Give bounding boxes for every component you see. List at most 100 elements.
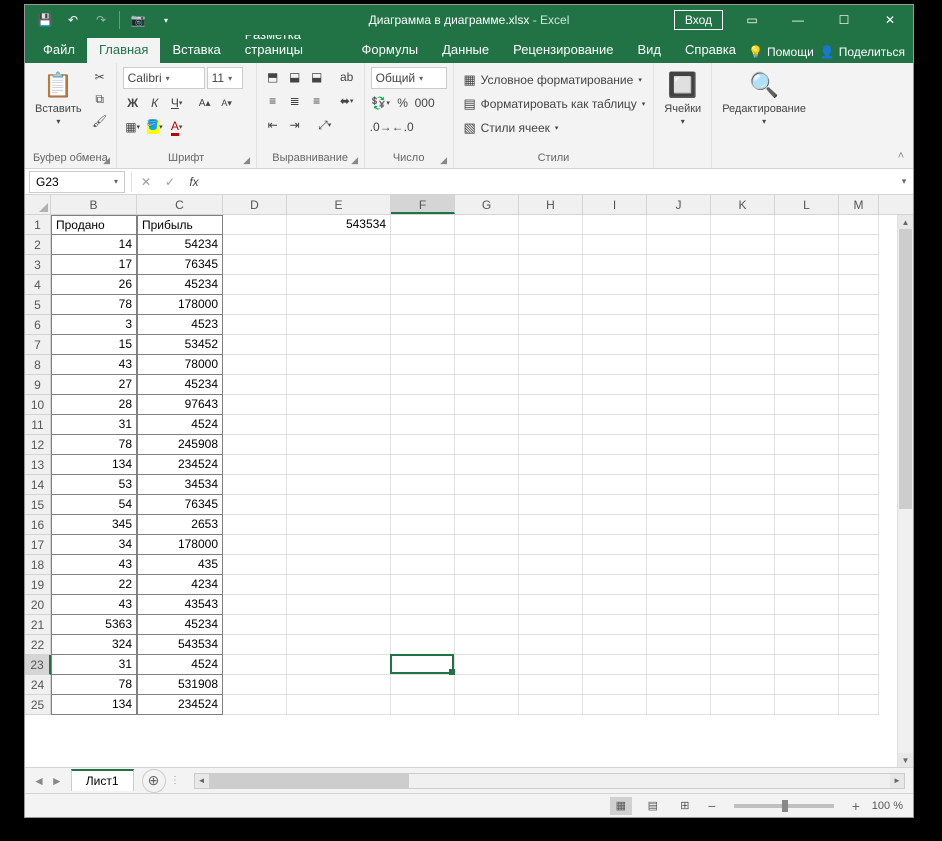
cell[interactable] xyxy=(519,615,583,635)
column-header[interactable]: I xyxy=(583,195,647,214)
tab-insert[interactable]: Вставка xyxy=(160,38,232,63)
cell[interactable] xyxy=(391,475,455,495)
cell[interactable] xyxy=(287,575,391,595)
cell[interactable] xyxy=(647,335,711,355)
cell[interactable] xyxy=(391,495,455,515)
cell[interactable] xyxy=(583,575,647,595)
cell[interactable] xyxy=(839,515,879,535)
cell[interactable] xyxy=(455,235,519,255)
cell[interactable] xyxy=(455,695,519,715)
cell[interactable] xyxy=(775,455,839,475)
cell[interactable] xyxy=(223,615,287,635)
cell[interactable] xyxy=(455,595,519,615)
cell[interactable] xyxy=(583,535,647,555)
sheet-nav[interactable]: ◄► xyxy=(25,774,71,788)
cell[interactable] xyxy=(519,355,583,375)
cell[interactable]: Продано xyxy=(51,215,137,235)
cell[interactable] xyxy=(223,215,287,235)
cell[interactable] xyxy=(839,575,879,595)
cell[interactable] xyxy=(391,535,455,555)
cell[interactable]: 245908 xyxy=(137,435,223,455)
cell[interactable] xyxy=(223,275,287,295)
cell[interactable] xyxy=(647,475,711,495)
tab-view[interactable]: Вид xyxy=(625,38,673,63)
add-sheet-button[interactable]: ⊕ xyxy=(142,769,166,793)
cell[interactable] xyxy=(519,255,583,275)
cell[interactable] xyxy=(519,535,583,555)
cell[interactable] xyxy=(391,575,455,595)
cell[interactable] xyxy=(711,655,775,675)
cell[interactable]: 43 xyxy=(51,355,137,375)
cell[interactable] xyxy=(647,575,711,595)
cell[interactable] xyxy=(455,295,519,315)
cell[interactable] xyxy=(455,315,519,335)
camera-icon[interactable]: 📷 xyxy=(126,8,150,32)
cell[interactable] xyxy=(775,635,839,655)
cell[interactable] xyxy=(391,695,455,715)
cell[interactable] xyxy=(287,475,391,495)
cell[interactable] xyxy=(455,555,519,575)
cell[interactable] xyxy=(519,235,583,255)
cell[interactable]: 54234 xyxy=(137,235,223,255)
row-header[interactable]: 10 xyxy=(25,395,51,415)
cell[interactable] xyxy=(775,335,839,355)
cell[interactable] xyxy=(455,355,519,375)
cell[interactable] xyxy=(391,555,455,575)
merge-button[interactable]: ⬌▾ xyxy=(337,91,357,111)
cell[interactable] xyxy=(287,615,391,635)
cell[interactable] xyxy=(647,355,711,375)
cell[interactable] xyxy=(775,435,839,455)
cell[interactable] xyxy=(391,615,455,635)
cell[interactable] xyxy=(223,415,287,435)
cell[interactable] xyxy=(775,415,839,435)
cell[interactable] xyxy=(711,515,775,535)
cell[interactable]: 45234 xyxy=(137,615,223,635)
cell[interactable] xyxy=(583,415,647,435)
row-header[interactable]: 3 xyxy=(25,255,51,275)
cell[interactable] xyxy=(223,535,287,555)
cell[interactable]: 31 xyxy=(51,415,137,435)
row-header[interactable]: 19 xyxy=(25,575,51,595)
cell[interactable] xyxy=(839,415,879,435)
row-header[interactable]: 21 xyxy=(25,615,51,635)
row-header[interactable]: 11 xyxy=(25,415,51,435)
cell[interactable] xyxy=(647,315,711,335)
zoom-level[interactable]: 100 % xyxy=(872,800,903,812)
cell[interactable]: 34534 xyxy=(137,475,223,495)
cell[interactable]: 43 xyxy=(51,595,137,615)
signin-button[interactable]: Вход xyxy=(674,10,723,30)
cell[interactable]: 324 xyxy=(51,635,137,655)
cell[interactable] xyxy=(391,235,455,255)
cell[interactable] xyxy=(775,555,839,575)
cell[interactable] xyxy=(287,435,391,455)
cell[interactable] xyxy=(391,375,455,395)
cell[interactable]: 43543 xyxy=(137,595,223,615)
cell[interactable]: 54 xyxy=(51,495,137,515)
cancel-formula-icon[interactable]: ✕ xyxy=(134,171,158,193)
cell[interactable] xyxy=(775,575,839,595)
shrink-font-icon[interactable]: A▾ xyxy=(217,93,237,113)
cell[interactable]: 26 xyxy=(51,275,137,295)
maximize-button[interactable]: ☐ xyxy=(821,5,867,35)
cell[interactable] xyxy=(455,455,519,475)
decrease-decimal-icon[interactable]: ←.0 xyxy=(393,117,413,137)
conditional-formatting-button[interactable]: ▦Условное форматирование▾ xyxy=(460,69,644,91)
cell[interactable]: 435 xyxy=(137,555,223,575)
collapse-ribbon-icon[interactable]: ˄ xyxy=(889,63,913,168)
cell[interactable] xyxy=(583,515,647,535)
cell[interactable] xyxy=(287,315,391,335)
column-header[interactable]: K xyxy=(711,195,775,214)
close-button[interactable]: ✕ xyxy=(867,5,913,35)
cell[interactable] xyxy=(391,295,455,315)
cell[interactable] xyxy=(287,395,391,415)
cell[interactable] xyxy=(519,435,583,455)
row-header[interactable]: 25 xyxy=(25,695,51,715)
cell[interactable] xyxy=(647,615,711,635)
cell[interactable] xyxy=(455,435,519,455)
cell[interactable] xyxy=(839,215,879,235)
cell[interactable] xyxy=(455,215,519,235)
cell[interactable] xyxy=(647,695,711,715)
cell[interactable] xyxy=(391,435,455,455)
cell[interactable] xyxy=(711,695,775,715)
cell[interactable] xyxy=(287,495,391,515)
